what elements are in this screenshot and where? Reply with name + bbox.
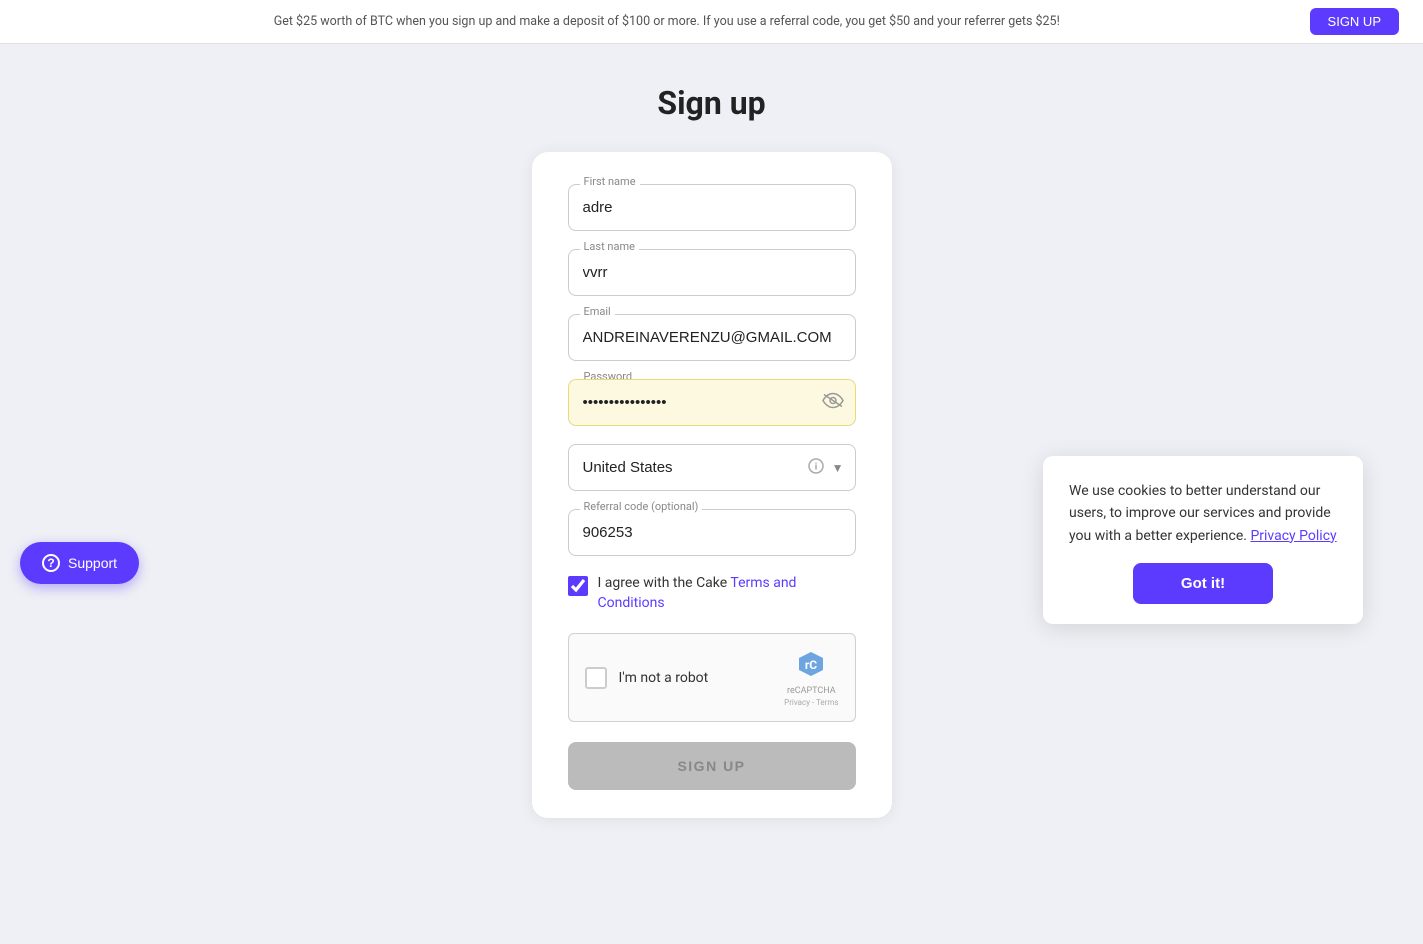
terms-checkbox-row: I agree with the Cake Terms and Conditio… [568, 574, 856, 613]
banner-text: Get $25 worth of BTC when you sign up an… [24, 14, 1310, 29]
top-banner: Get $25 worth of BTC when you sign up an… [0, 0, 1423, 44]
email-field-group: Email [568, 314, 856, 361]
password-input[interactable] [568, 379, 856, 426]
referral-input[interactable] [568, 509, 856, 556]
signup-form-card: First name Last name Email Password [532, 152, 892, 818]
recaptcha-links-text: Privacy - Terms [784, 698, 838, 707]
cookie-got-it-button[interactable]: Got it! [1133, 563, 1273, 604]
recaptcha-logo-icon: rC [795, 648, 827, 686]
svg-text:rC: rC [805, 658, 817, 672]
support-button[interactable]: ? Support [20, 542, 139, 584]
referral-field-group: Referral code (optional) [568, 509, 856, 556]
email-input[interactable] [568, 314, 856, 361]
first-name-field-group: First name [568, 184, 856, 231]
banner-signup-button[interactable]: SIGN UP [1310, 8, 1399, 35]
first-name-input[interactable] [568, 184, 856, 231]
recaptcha-left: I'm not a robot [585, 667, 709, 689]
terms-checkbox[interactable] [568, 576, 588, 596]
password-visibility-toggle[interactable] [822, 392, 844, 413]
recaptcha-checkbox[interactable] [585, 667, 607, 689]
recaptcha-label: I'm not a robot [619, 670, 709, 686]
cookie-text: We use cookies to better understand our … [1069, 480, 1337, 547]
password-field-group: Password [568, 379, 856, 426]
privacy-policy-link[interactable]: Privacy Policy [1250, 528, 1336, 544]
last-name-input[interactable] [568, 249, 856, 296]
password-wrapper [568, 379, 856, 426]
terms-static-text: I agree with the Cake [598, 575, 731, 591]
country-select[interactable]: United States United Kingdom Germany Can… [568, 444, 856, 491]
recaptcha-right: rC reCAPTCHA Privacy - Terms [784, 648, 838, 707]
page-title: Sign up [657, 84, 765, 122]
recaptcha-box[interactable]: I'm not a robot rC reCAPTCHA Privacy - T… [568, 633, 856, 722]
country-field-group: United States United Kingdom Germany Can… [568, 444, 856, 491]
recaptcha-brand-text: reCAPTCHA [787, 686, 836, 698]
signup-button[interactable]: SIGN UP [568, 742, 856, 790]
cookie-consent-popup: We use cookies to better understand our … [1043, 456, 1363, 624]
support-label: Support [68, 555, 117, 571]
terms-label: I agree with the Cake Terms and Conditio… [598, 574, 856, 613]
support-icon: ? [42, 554, 60, 572]
last-name-field-group: Last name [568, 249, 856, 296]
